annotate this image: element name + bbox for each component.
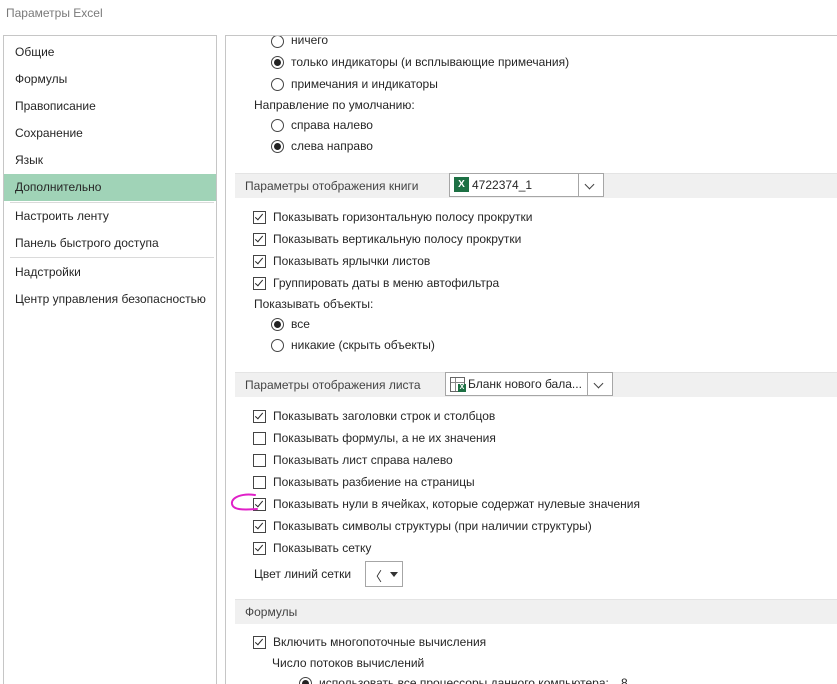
sheet-select[interactable]: X Бланк нового бала... xyxy=(445,372,613,396)
multithread-checkbox[interactable] xyxy=(253,636,266,649)
direction-ltr-label: слева направо xyxy=(291,139,373,153)
workbook-section-title: Параметры отображения книги xyxy=(245,179,419,193)
multithread-label: Включить многопоточные вычисления xyxy=(273,635,487,649)
direction-rtl-label: справа налево xyxy=(291,118,373,132)
comments-both-radio[interactable] xyxy=(271,78,284,91)
vscroll-label: Показывать вертикальную полосу прокрутки xyxy=(273,232,522,246)
objects-all-radio[interactable] xyxy=(271,318,284,331)
formulas-label: Показывать формулы, а не их значения xyxy=(273,431,496,445)
sheet-tabs-checkbox[interactable] xyxy=(253,255,266,268)
formulas-checkbox[interactable] xyxy=(253,432,266,445)
grid-color-label: Цвет линий сетки xyxy=(254,567,352,581)
sidebar-item-trust-center[interactable]: Центр управления безопасностью xyxy=(4,286,216,313)
sidebar-item-quick-access[interactable]: Панель быстрого доступа xyxy=(4,230,216,257)
outline-symbols-label: Показывать символы структуры (при наличи… xyxy=(273,519,592,533)
sheet-section-title: Параметры отображения листа xyxy=(245,378,421,392)
hscroll-checkbox[interactable] xyxy=(253,211,266,224)
chevron-down-icon[interactable] xyxy=(578,174,603,196)
comments-both-label: примечания и индикаторы xyxy=(291,77,438,91)
sheet-tabs-label: Показывать ярлычки листов xyxy=(273,254,431,268)
formulas-section-title: Формулы xyxy=(245,605,298,619)
excel-badge-icon: X xyxy=(458,384,466,392)
page-breaks-label: Показывать разбиение на страницы xyxy=(273,475,475,489)
rtl-sheet-label: Показывать лист справа налево xyxy=(273,453,453,467)
sidebar-item-general[interactable]: Общие xyxy=(4,39,216,66)
hscroll-label: Показывать горизонтальную полосу прокрут… xyxy=(273,210,533,224)
headers-checkbox[interactable] xyxy=(253,410,266,423)
annotation-mark xyxy=(231,493,258,511)
options-main-pane: ничего только индикаторы (и всплывающие … xyxy=(225,35,837,684)
excel-workbook-icon: X xyxy=(454,177,469,192)
sidebar-item-addins[interactable]: Надстройки xyxy=(4,259,216,286)
page-breaks-checkbox[interactable] xyxy=(253,476,266,489)
workbook-select[interactable]: X 4722374_1 xyxy=(449,173,604,197)
sidebar-item-save[interactable]: Сохранение xyxy=(4,120,216,147)
rtl-sheet-checkbox[interactable] xyxy=(253,454,266,467)
grid-color-button[interactable]: 〈 xyxy=(365,561,403,587)
sidebar-item-language[interactable]: Язык xyxy=(4,147,216,174)
direction-rtl-radio[interactable] xyxy=(271,119,284,132)
objects-none-label: никакие (скрыть объекты) xyxy=(291,338,435,352)
chevron-down-icon[interactable] xyxy=(587,373,612,395)
vscroll-checkbox[interactable] xyxy=(253,233,266,246)
sidebar-item-advanced[interactable]: Дополнительно xyxy=(4,174,216,201)
sidebar-item-formulas[interactable]: Формулы xyxy=(4,66,216,93)
gridlines-checkbox[interactable] xyxy=(253,542,266,555)
sidebar-item-customize-ribbon[interactable]: Настроить ленту xyxy=(4,203,216,230)
sidebar-item-proofing[interactable]: Правописание xyxy=(4,93,216,120)
comments-indicators-radio[interactable] xyxy=(271,56,284,69)
paint-bucket-icon: 〈 xyxy=(369,569,383,584)
direction-label: Направление по умолчанию: xyxy=(254,98,415,112)
gridlines-label: Показывать сетку xyxy=(273,541,372,555)
comments-none-radio[interactable] xyxy=(271,36,284,48)
window-title: Параметры Excel xyxy=(6,6,103,20)
sidebar-divider xyxy=(10,257,214,258)
options-sidebar: Общие Формулы Правописание Сохранение Яз… xyxy=(3,35,217,684)
direction-ltr-radio[interactable] xyxy=(271,140,284,153)
formulas-section-header: Формулы xyxy=(235,599,837,624)
comments-none-label: ничего xyxy=(291,35,329,47)
dropdown-arrow-icon xyxy=(390,572,398,577)
workbook-select-value: 4722374_1 xyxy=(472,178,533,192)
comments-indicators-label: только индикаторы (и всплывающие примеча… xyxy=(291,55,570,69)
group-dates-checkbox[interactable] xyxy=(253,277,266,290)
objects-label: Показывать объекты: xyxy=(254,297,374,311)
group-dates-label: Группировать даты в меню автофильтра xyxy=(273,276,500,290)
objects-all-label: все xyxy=(291,317,310,331)
threads-label: Число потоков вычислений xyxy=(272,656,425,670)
outline-symbols-checkbox[interactable] xyxy=(253,520,266,533)
show-zeros-label: Показывать нули в ячейках, которые содер… xyxy=(273,497,640,511)
objects-none-radio[interactable] xyxy=(271,339,284,352)
headers-label: Показывать заголовки строк и столбцов xyxy=(273,409,496,423)
sheet-select-value: Бланк нового бала... xyxy=(468,377,582,391)
